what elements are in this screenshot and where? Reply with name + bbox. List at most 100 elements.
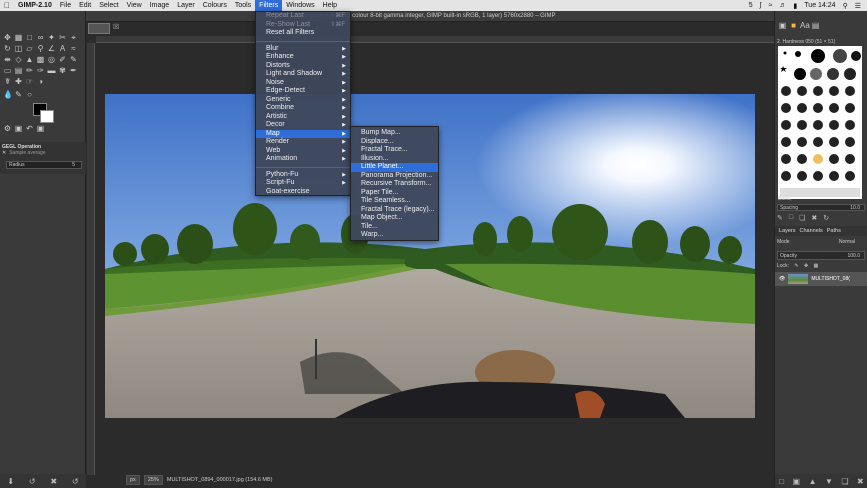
wifi-icon[interactable]: ≈	[769, 2, 773, 9]
menu-tools[interactable]: Tools	[231, 0, 255, 11]
restore-icon[interactable]: ↺	[29, 477, 36, 486]
new-layer-icon[interactable]: □	[779, 477, 784, 486]
fonts-tab-icon[interactable]: Aa	[800, 21, 810, 30]
paths-tool-icon[interactable]: ✐	[58, 55, 67, 64]
rotate-tool-icon[interactable]: ↻	[3, 44, 12, 53]
heal-icon[interactable]: ✚	[14, 77, 23, 86]
layer-item[interactable]: 👁 MULTISHOT_08(	[775, 272, 867, 286]
lock-alpha-icon[interactable]: ▦	[814, 263, 819, 269]
menu-item-displace[interactable]: Displace...	[351, 138, 438, 147]
number-badge[interactable]: 5	[749, 2, 753, 9]
refresh-icon[interactable]: ↻	[823, 214, 829, 222]
menu-item-reshow-last[interactable]: Re-Show Last ⇧⌘F	[256, 21, 350, 30]
delete-icon[interactable]: ✖	[50, 477, 57, 486]
menu-item-noise[interactable]: Noise ▶	[256, 79, 350, 88]
menu-item-paper-tile[interactable]: Paper Tile...	[351, 189, 438, 198]
menu-item-artistic[interactable]: Artistic ▶	[256, 113, 350, 122]
device-status-icon[interactable]: ▣	[14, 124, 23, 133]
duplicate-layer-icon[interactable]: ❏	[841, 477, 848, 486]
eye-icon[interactable]: 👁	[779, 276, 785, 282]
pencil-icon[interactable]: ✏	[25, 66, 34, 75]
handle-transform-icon[interactable]: ◎	[47, 55, 56, 64]
dodge-burn-icon[interactable]: ◑	[36, 77, 45, 86]
list-icon[interactable]: ☰	[855, 2, 861, 10]
menu-item-distorts[interactable]: Distorts ▶	[256, 62, 350, 71]
menu-item-reset-all-filters[interactable]: Reset all Filters	[256, 29, 350, 38]
menu-item-decor[interactable]: Decor ▶	[256, 121, 350, 130]
brushes-tab-icon[interactable]: ▣	[778, 21, 787, 30]
menu-item-combine[interactable]: Combine ▶	[256, 104, 350, 113]
airbrush-icon[interactable]: ✾	[58, 66, 67, 75]
save-preset-icon[interactable]: ⬇	[7, 477, 14, 486]
brush-tag[interactable]: Basic,	[778, 196, 792, 202]
reset-icon[interactable]: ↺	[72, 477, 79, 486]
paintbrush-icon[interactable]: ✑	[36, 66, 45, 75]
menu-item-fractal-trace[interactable]: Fractal Trace...	[351, 146, 438, 155]
lock-pixels-icon[interactable]: ✎	[794, 263, 798, 269]
bluetooth-icon[interactable]: ∫	[760, 2, 762, 9]
menu-item-tile[interactable]: Tile...	[351, 223, 438, 232]
eraser-icon[interactable]: ▬	[47, 66, 56, 75]
menu-item-fractal-trace-legacy[interactable]: Fractal Trace (legacy)...	[351, 206, 438, 215]
menu-item-recursive-transform[interactable]: Recursive Transform...	[351, 180, 438, 189]
menu-item-web[interactable]: Web ▶	[256, 147, 350, 156]
menu-gimp[interactable]: GIMP-2.10	[14, 0, 56, 11]
menu-view[interactable]: View	[123, 0, 146, 11]
menu-item-map-object[interactable]: Map Object...	[351, 214, 438, 223]
horizontal-ruler[interactable]	[96, 36, 774, 43]
menu-item-warp[interactable]: Warp...	[351, 231, 438, 240]
new-brush-icon[interactable]: □	[789, 214, 793, 222]
convolve-icon[interactable]: ○	[25, 90, 34, 99]
raise-layer-icon[interactable]: ▲	[809, 477, 817, 486]
flip-tool-icon[interactable]: ⇼	[3, 55, 12, 64]
menu-item-illusion[interactable]: Illusion...	[351, 155, 438, 164]
move-tool-icon[interactable]: ✥	[3, 33, 12, 42]
blur-tool-icon[interactable]: 💧	[3, 90, 13, 99]
volume-icon[interactable]: ♬	[779, 2, 786, 9]
close-icon[interactable]: ✕	[2, 150, 6, 156]
lock-position-icon[interactable]: ✥	[804, 263, 808, 269]
menu-help[interactable]: Help	[319, 0, 341, 11]
menu-item-generic[interactable]: Generic ▶	[256, 96, 350, 105]
battery-icon[interactable]: ▮	[793, 2, 797, 10]
close-icon[interactable]: ☒	[113, 23, 119, 31]
warp-icon[interactable]: ≈	[69, 44, 78, 53]
menu-filters[interactable]: Filters	[255, 0, 283, 11]
apple-icon[interactable]: 	[0, 0, 14, 11]
menu-item-panorama-projection[interactable]: Panorama Projection...	[351, 172, 438, 181]
vertical-ruler[interactable]	[87, 43, 95, 475]
menu-edit[interactable]: Edit	[75, 0, 95, 11]
scissors-icon[interactable]: ✂	[58, 33, 67, 42]
smudge-icon[interactable]: ☞	[25, 77, 34, 86]
edit-brush-icon[interactable]: ✎	[777, 214, 783, 222]
menu-layer[interactable]: Layer	[173, 0, 199, 11]
duplicate-brush-icon[interactable]: ❏	[799, 214, 805, 222]
ink-icon[interactable]: ✒	[69, 66, 78, 75]
color-picker-icon[interactable]: ✎	[69, 55, 78, 64]
menu-item-bump-map[interactable]: Bump Map...	[351, 129, 438, 138]
tab-channels[interactable]: Channels	[800, 226, 823, 236]
patterns-tab-icon[interactable]: ■	[789, 21, 798, 30]
clone-icon[interactable]: ☤	[3, 77, 12, 86]
mypaint-brush-icon[interactable]: ✎	[14, 90, 23, 99]
cage-tool-icon[interactable]: ◇	[14, 55, 23, 64]
menu-item-light-and-shadow[interactable]: Light and Shadow ▶	[256, 70, 350, 79]
opacity-field[interactable]: Opacity 100.0	[777, 251, 865, 260]
menu-item-animation[interactable]: Animation ▶	[256, 155, 350, 164]
menu-item-little-planet[interactable]: Little Planet...	[351, 163, 438, 172]
menu-item-enhance[interactable]: Enhance ▶	[256, 53, 350, 62]
menu-item-python-fu[interactable]: Python-Fu ▶	[256, 171, 350, 180]
images-icon[interactable]: ▣	[36, 124, 45, 133]
menu-file[interactable]: File	[56, 0, 75, 11]
background-color-swatch[interactable]	[40, 110, 54, 123]
undo-history-icon[interactable]: ↶	[25, 124, 34, 133]
search-icon[interactable]: ⚲	[843, 2, 848, 10]
menu-item-repeat-last[interactable]: Repeat Last ⌘F	[256, 12, 350, 21]
unified-transform-icon[interactable]: ▩	[36, 55, 45, 64]
tool-options-icon[interactable]: ⚙	[3, 124, 12, 133]
tab-layers[interactable]: Layers	[779, 226, 796, 236]
gradient-icon[interactable]: ▤	[14, 66, 23, 75]
lower-layer-icon[interactable]: ▼	[825, 477, 833, 486]
clock[interactable]: Tue 14:24	[804, 2, 835, 9]
measure-icon[interactable]: ∠	[47, 44, 56, 53]
